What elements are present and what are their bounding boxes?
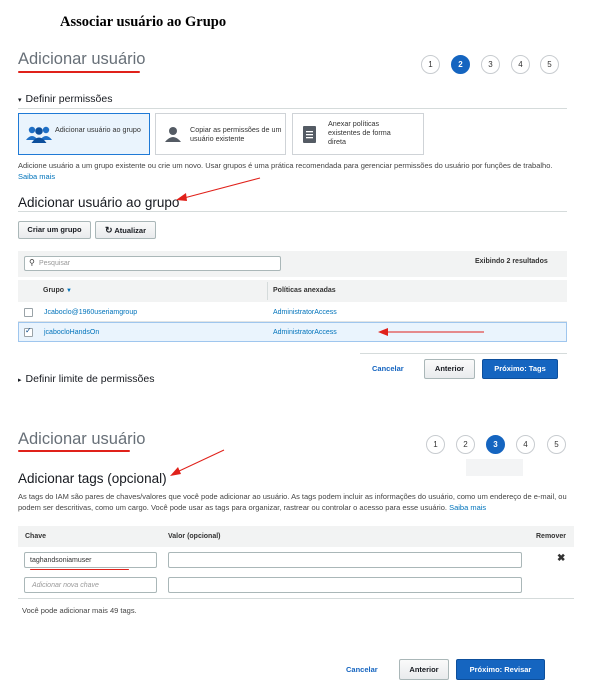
table-row[interactable]: Jcaboclo@1960useriamgroup AdministratorA… <box>18 303 567 322</box>
group-description: Adicione usuário a um grupo existente ou… <box>18 161 573 182</box>
create-group-button[interactable]: Criar um grupo <box>18 221 91 239</box>
learn-more-link[interactable]: Saiba mais <box>449 503 486 512</box>
document-icon <box>303 126 316 143</box>
learn-more-link[interactable]: Saiba mais <box>18 172 55 181</box>
add-to-group-heading: Adicionar usuário ao grupo <box>18 195 180 210</box>
step-5: 5 <box>547 435 566 454</box>
option-copy-permissions[interactable]: Copiar as permissões de um usuário exist… <box>155 113 286 155</box>
previous-button[interactable]: Anterior <box>424 359 475 379</box>
column-value: Valor (opcional) <box>168 533 221 540</box>
cancel-button[interactable]: Cancelar <box>346 665 378 674</box>
column-divider <box>267 282 268 300</box>
tag-key-input[interactable]: taghandsoniamuser <box>24 552 157 568</box>
group-name-link[interactable]: jcabocloHandsOn <box>44 329 99 336</box>
results-count: Exibindo 2 resultados <box>475 258 548 265</box>
policy-link[interactable]: AdministratorAccess <box>273 329 337 336</box>
row-checkbox-checked[interactable] <box>24 326 33 337</box>
step-4: 4 <box>516 435 535 454</box>
add-tags-heading: Adicionar tags (opcional) <box>18 471 167 486</box>
boundary-toggle[interactable]: ▸ Definir limite de permissões <box>18 373 154 385</box>
annotation-arrow <box>170 449 225 476</box>
option-add-to-group[interactable]: Adicionar usuário ao grupo <box>18 113 150 155</box>
new-key-placeholder: Adicionar nova chave <box>32 582 99 589</box>
divider <box>360 353 567 354</box>
users-icon <box>26 126 52 143</box>
step-5: 5 <box>540 55 559 74</box>
next-tags-button[interactable]: Próximo: Tags <box>482 359 558 379</box>
tag-key-value: taghandsoniamuser <box>30 557 92 564</box>
step-3-current: 3 <box>486 435 505 454</box>
remove-tag-icon[interactable]: ✖ <box>557 553 565 564</box>
annotation-underline <box>18 450 130 452</box>
annotation-underline <box>30 569 129 570</box>
cancel-button[interactable]: Cancelar <box>372 364 404 373</box>
next-review-button[interactable]: Próximo: Revisar <box>456 659 545 680</box>
tags-description: As tags do IAM são pares de chaves/valor… <box>18 492 574 513</box>
refresh-icon: ↻ <box>104 225 113 235</box>
search-icon: ⚲ <box>29 258 35 267</box>
new-key-input[interactable]: Adicionar nova chave <box>24 577 157 593</box>
row-checkbox[interactable] <box>24 308 33 317</box>
column-key: Chave <box>25 533 47 540</box>
blank-area <box>466 459 523 476</box>
step-3: 3 <box>481 55 500 74</box>
option-label: Adicionar usuário ao grupo <box>55 125 141 134</box>
option-label: Anexar políticas existentes de forma dir… <box>328 119 391 146</box>
annotation-arrow <box>378 328 484 336</box>
step-2: 2 <box>456 435 475 454</box>
document-title: Associar usuário ao Grupo <box>60 14 227 30</box>
step-1: 1 <box>426 435 445 454</box>
policy-link[interactable]: AdministratorAccess <box>273 309 337 316</box>
remaining-tags-text: Você pode adicionar mais 49 tags. <box>22 606 137 615</box>
search-input[interactable]: ⚲ Pesquisar <box>24 256 281 271</box>
divider <box>18 211 567 212</box>
wizard-title: Adicionar usuário <box>18 430 146 448</box>
option-attach-policies[interactable]: Anexar políticas existentes de forma dir… <box>292 113 424 155</box>
description-text: Adicione usuário a um grupo existente ou… <box>18 161 553 170</box>
tags-table-header <box>18 526 574 547</box>
group-name-link[interactable]: Jcaboclo@1960useriamgroup <box>44 309 137 316</box>
annotation-arrow <box>176 177 261 201</box>
step-4: 4 <box>511 55 530 74</box>
divider <box>18 598 574 599</box>
column-group[interactable]: Grupo ▼ <box>43 287 72 294</box>
annotation-underline <box>18 71 140 73</box>
caret-right-icon: ▸ <box>18 377 22 384</box>
previous-button[interactable]: Anterior <box>399 659 449 680</box>
tag-value-input[interactable] <box>168 552 522 568</box>
refresh-button[interactable]: ↻ Atualizar <box>95 221 156 239</box>
column-group-label: Grupo <box>43 287 64 294</box>
sort-down-icon: ▼ <box>65 288 72 294</box>
divider <box>18 108 567 109</box>
caret-down-icon: ▾ <box>18 97 22 104</box>
permissions-toggle-label: Definir permissões <box>25 93 113 105</box>
search-placeholder: Pesquisar <box>39 260 71 267</box>
wizard-title: Adicionar usuário <box>18 50 146 68</box>
option-label: Copiar as permissões de um usuário exist… <box>190 125 282 143</box>
new-value-input[interactable] <box>168 577 522 593</box>
step-1: 1 <box>421 55 440 74</box>
permissions-toggle[interactable]: ▾ Definir permissões <box>18 93 112 105</box>
boundary-toggle-label: Definir limite de permissões <box>25 373 155 385</box>
user-icon <box>165 127 181 142</box>
step-2-current: 2 <box>451 55 470 74</box>
column-policies: Políticas anexadas <box>273 287 336 294</box>
refresh-label: Atualizar <box>114 226 147 235</box>
column-remove: Remover <box>536 533 566 540</box>
